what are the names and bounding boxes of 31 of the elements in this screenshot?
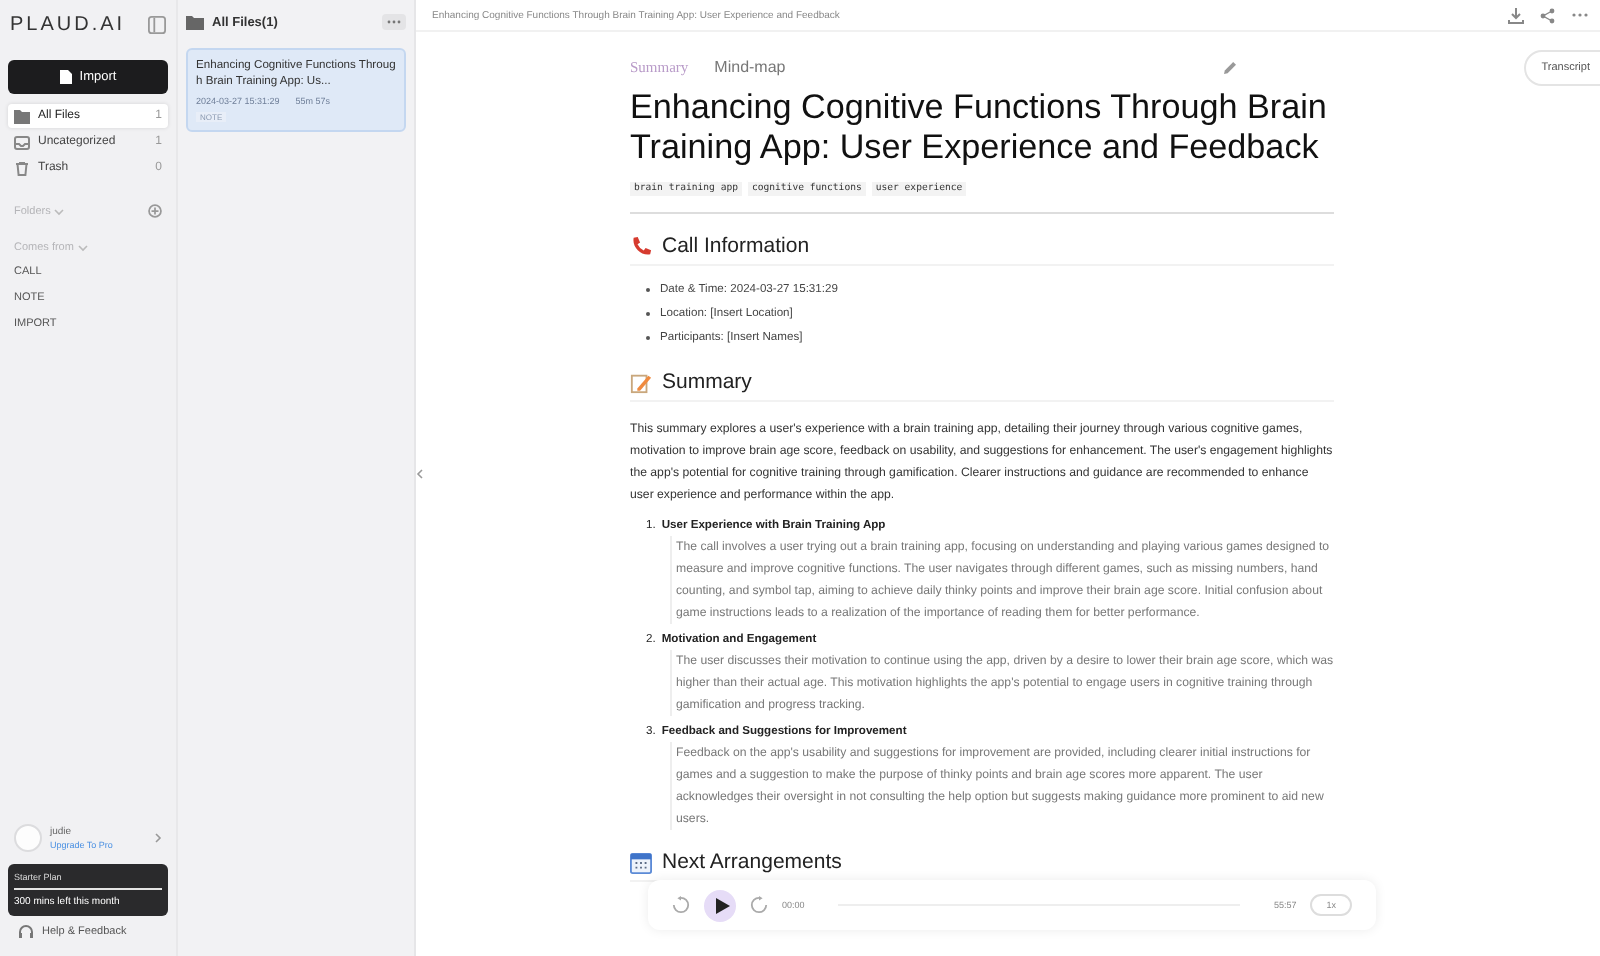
logo: PLAUD.AI (10, 13, 126, 35)
file-icon (59, 70, 72, 84)
section-heading: Next Arrangements (662, 850, 842, 874)
trash-icon (14, 161, 30, 175)
more-button[interactable] (382, 14, 406, 30)
pencil-icon[interactable] (1222, 59, 1238, 75)
forward-icon[interactable] (750, 896, 768, 914)
section-heading: Call Information (662, 234, 810, 258)
more-icon[interactable] (1572, 12, 1588, 18)
calendar-icon (630, 851, 652, 873)
rewind-icon[interactable] (672, 896, 690, 914)
chevron-icon[interactable] (154, 831, 162, 843)
folder-icon (14, 109, 30, 123)
section-heading: Summary (662, 370, 752, 394)
headset-icon (18, 924, 34, 940)
phone-icon (630, 235, 652, 257)
add-icon[interactable] (148, 204, 162, 218)
share-icon[interactable] (1540, 7, 1556, 23)
caret-icon[interactable] (54, 207, 65, 215)
play-icon (715, 897, 729, 913)
tab[interactable]: Mind-map (714, 58, 786, 76)
caret-icon[interactable] (77, 244, 88, 252)
download-icon[interactable] (1508, 7, 1524, 23)
sidebar-toggle-icon[interactable] (148, 15, 166, 33)
memo-icon (630, 371, 652, 393)
tray-icon (14, 135, 30, 149)
avatar[interactable] (14, 823, 42, 851)
play-button[interactable] (704, 889, 736, 921)
folder-icon (186, 15, 204, 29)
collapse-icon[interactable] (416, 468, 424, 480)
document-title: Enhancing Cognitive Functions Through Brain Training App: User Experience and Feedback (630, 88, 1329, 168)
